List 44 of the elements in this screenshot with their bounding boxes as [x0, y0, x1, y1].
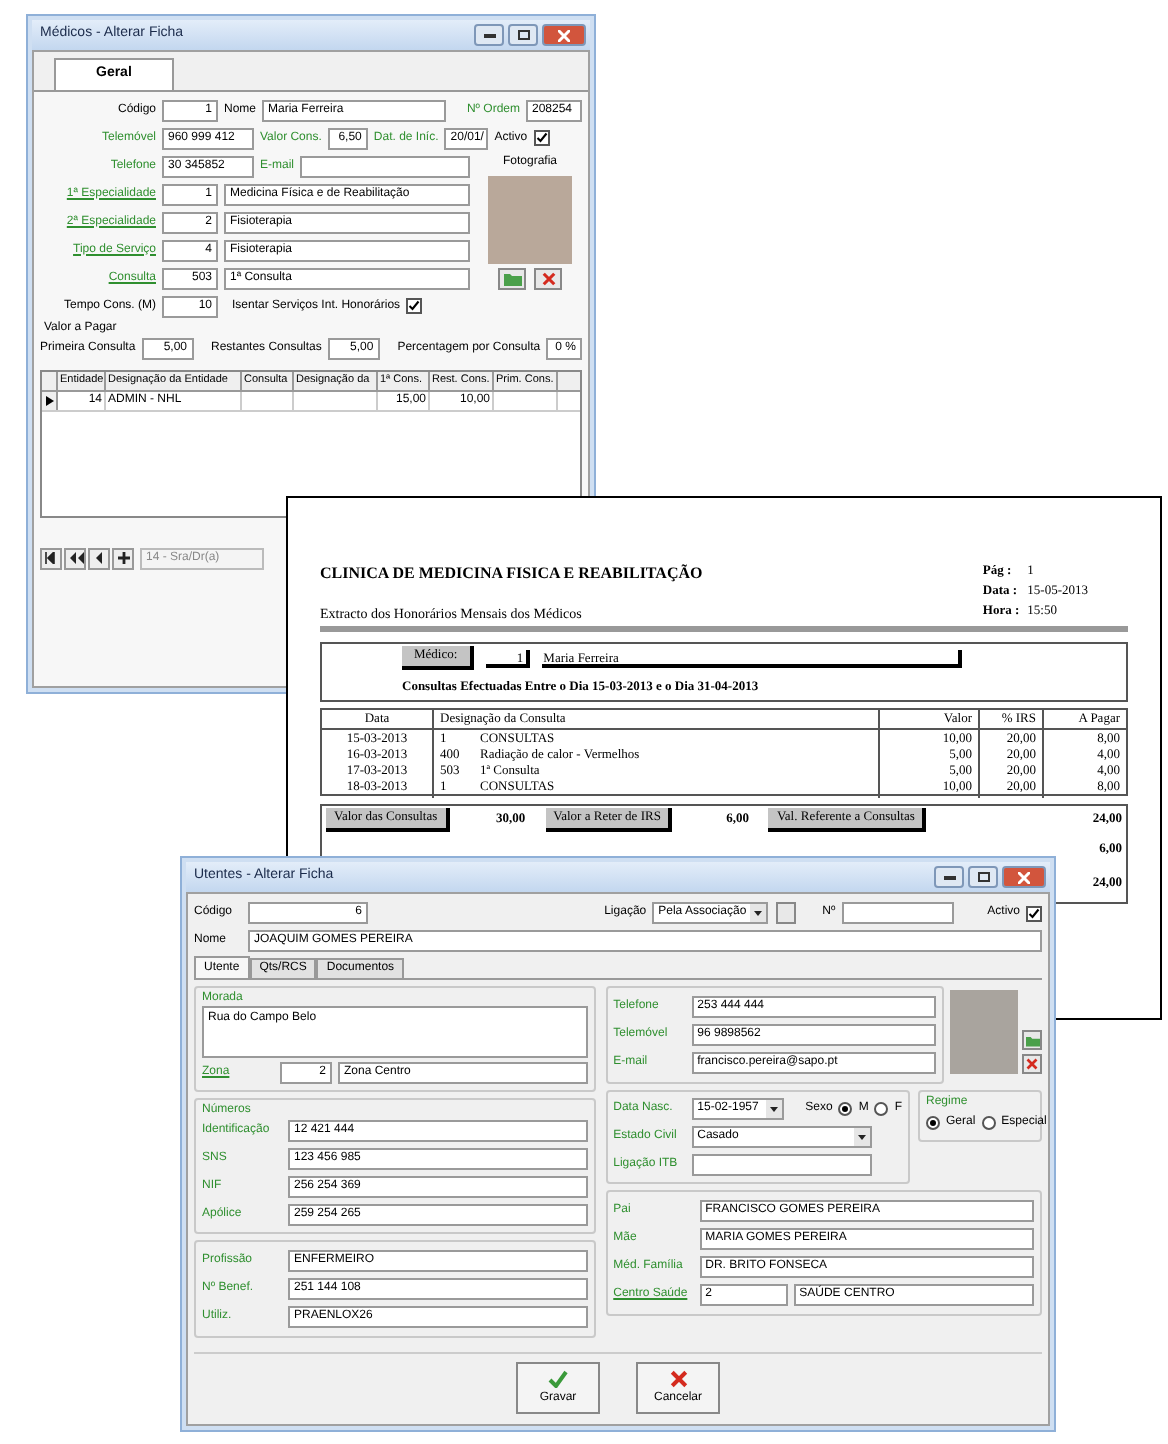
first-record-button[interactable] [40, 547, 62, 569]
radio-button[interactable] [926, 1116, 940, 1130]
folder-icon [503, 271, 521, 285]
radio-button[interactable] [874, 1102, 889, 1116]
close-icon [558, 29, 570, 41]
checkbox[interactable] [1026, 905, 1042, 921]
cross-icon [1026, 1058, 1038, 1070]
maximize-icon [517, 30, 529, 40]
minimize-button[interactable] [934, 866, 964, 888]
maximize-button[interactable] [968, 866, 998, 888]
delete-button[interactable] [534, 267, 562, 289]
photo-placeholder [488, 175, 572, 263]
lookup-button[interactable] [776, 902, 797, 924]
add-record-button[interactable] [112, 547, 134, 569]
checkbox[interactable] [533, 130, 550, 146]
cross-icon [541, 271, 555, 285]
photo-placeholder [950, 990, 1018, 1074]
minimize-icon [943, 875, 955, 879]
folder-icon [1025, 1033, 1039, 1047]
text-field[interactable] [691, 1154, 872, 1176]
radio-button[interactable] [838, 1102, 853, 1116]
maximize-icon [977, 872, 989, 882]
plus-icon [115, 552, 131, 564]
previous-page-button[interactable] [64, 547, 86, 569]
minimize-button[interactable] [474, 24, 504, 46]
maximize-button[interactable] [508, 24, 538, 46]
checkbox[interactable] [406, 298, 423, 314]
close-button[interactable] [542, 24, 586, 46]
image-button[interactable] [498, 267, 526, 289]
first-arrow-icon [43, 552, 59, 564]
check-icon [548, 1369, 568, 1387]
text-field[interactable] [841, 902, 954, 924]
close-icon [1018, 871, 1030, 883]
double-arrow-icon [67, 552, 83, 564]
report-title: CLINICA DE MEDICINA FISICA E REABILITAÇÃO [320, 562, 703, 586]
image-button[interactable] [1022, 1030, 1042, 1050]
cross-icon [669, 1369, 687, 1387]
delete-button[interactable] [1022, 1054, 1042, 1074]
close-button[interactable] [1002, 866, 1046, 888]
previous-record-button[interactable] [88, 547, 110, 569]
arrow-icon [91, 552, 107, 564]
radio-button[interactable] [981, 1116, 996, 1130]
text-field[interactable] [300, 155, 470, 177]
minimize-icon [483, 33, 495, 37]
